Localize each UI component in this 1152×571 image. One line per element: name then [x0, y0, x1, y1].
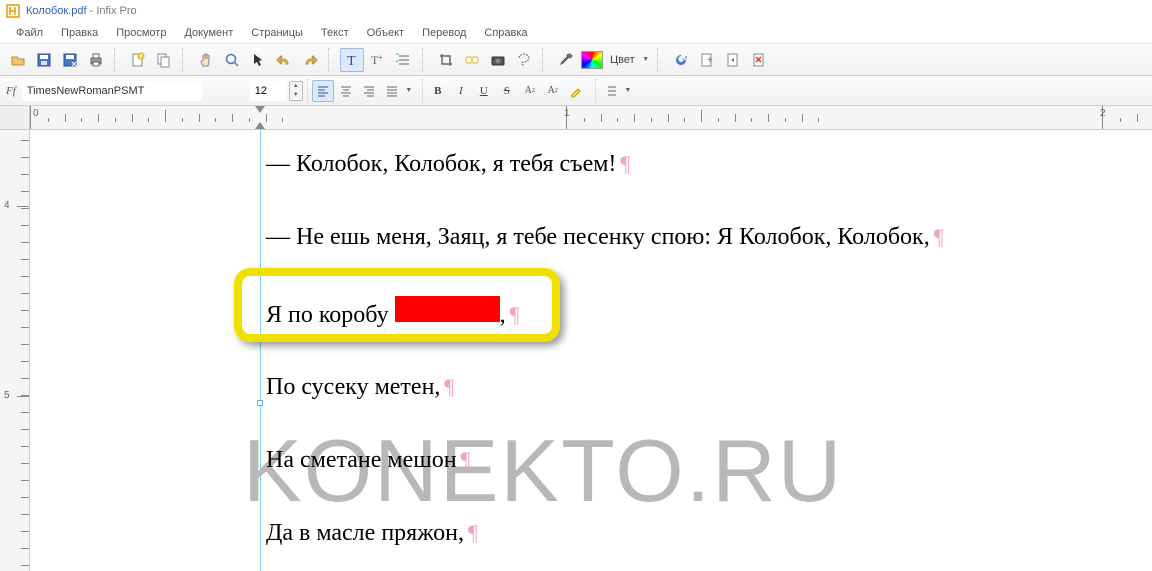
ruler-vertical[interactable]: 45	[0, 130, 30, 571]
text-line: По сусеку метен,¶	[266, 373, 1142, 402]
pilcrow-icon: ¶	[934, 224, 944, 249]
font-size-input[interactable]	[250, 81, 286, 101]
page-prev-button[interactable]	[721, 48, 745, 72]
font-size-spinner[interactable]: ▲▼	[289, 81, 303, 101]
align-dropdown[interactable]: ▼	[404, 81, 414, 101]
font-family-input[interactable]	[22, 81, 202, 101]
menu-text[interactable]: Текст	[313, 25, 357, 41]
indent-marker-bottom[interactable]	[255, 122, 265, 129]
svg-text:T: T	[347, 54, 356, 68]
line-spacing-tool[interactable]	[392, 48, 416, 72]
new-doc-button[interactable]	[126, 48, 150, 72]
menu-pages[interactable]: Страницы	[243, 25, 311, 41]
pilcrow-icon: ¶	[461, 447, 471, 472]
ruler-horizontal: 01234	[0, 106, 1152, 130]
crop-tool[interactable]	[434, 48, 458, 72]
menu-file[interactable]: Файл	[8, 25, 51, 41]
text-line: Да в масле пряжон,¶	[266, 519, 1142, 548]
text-plus-tool[interactable]: T+	[366, 48, 390, 72]
text-line: Я по коробу ,¶	[266, 296, 1142, 330]
pilcrow-icon: ¶	[468, 520, 478, 545]
open-button[interactable]	[6, 48, 30, 72]
bold-button[interactable]: B	[427, 80, 449, 102]
refresh-button[interactable]	[669, 48, 693, 72]
pilcrow-icon: ¶	[510, 302, 520, 327]
align-center-button[interactable]	[335, 80, 357, 102]
save-as-button[interactable]	[58, 48, 82, 72]
subscript-button[interactable]: A2	[542, 80, 564, 102]
text-line: — Колобок, Колобок, я тебя съем!¶	[266, 150, 1142, 179]
strike-button[interactable]: S	[496, 80, 518, 102]
svg-text:+: +	[378, 53, 383, 62]
line-spacing-dropdown[interactable]: ▼	[623, 81, 633, 101]
menubar: Файл Правка Просмотр Документ Страницы Т…	[0, 22, 1152, 44]
menu-translate[interactable]: Перевод	[414, 25, 474, 41]
highlight-button[interactable]	[565, 80, 587, 102]
superscript-button[interactable]: A2	[519, 80, 541, 102]
undo-button[interactable]	[272, 48, 296, 72]
link-tool[interactable]	[460, 48, 484, 72]
pilcrow-icon: ¶	[444, 374, 454, 399]
camera-tool[interactable]	[486, 48, 510, 72]
workspace: 45 KONEKTO.RU — Колобок, Колобок, я тебя…	[0, 130, 1152, 571]
fill-tool[interactable]	[580, 48, 604, 72]
ruler-scale[interactable]: 01234	[30, 106, 1152, 129]
copy-button[interactable]	[152, 48, 176, 72]
print-button[interactable]	[84, 48, 108, 72]
text-line: — Не ешь меня, Заяц, я тебе песенку спою…	[266, 223, 1142, 252]
font-family-icon: Ff	[6, 85, 16, 97]
zoom-tool[interactable]	[220, 48, 244, 72]
line-spacing-button[interactable]	[600, 80, 622, 102]
menu-document[interactable]: Документ	[176, 25, 241, 41]
guide-handle[interactable]	[257, 400, 263, 406]
color-dropdown[interactable]: ▼	[641, 50, 651, 70]
guide-line[interactable]	[260, 130, 261, 571]
color-label: Цвет	[610, 54, 635, 66]
eyedropper-tool[interactable]	[554, 48, 578, 72]
document-page[interactable]: KONEKTO.RU — Колобок, Колобок, я тебя съ…	[30, 130, 1152, 571]
redo-button[interactable]	[298, 48, 322, 72]
window-title: Колобок.pdf - Infix Pro	[26, 5, 137, 17]
underline-button[interactable]: U	[473, 80, 495, 102]
menu-view[interactable]: Просмотр	[108, 25, 174, 41]
text-tool[interactable]: T	[340, 48, 364, 72]
toolbar-format: Ff ▲▼ ▼ B I U S A2 A2 ▼	[0, 76, 1152, 106]
redaction-box	[395, 296, 500, 322]
lasso-tool[interactable]	[512, 48, 536, 72]
menu-object[interactable]: Объект	[359, 25, 412, 41]
page-add-button[interactable]: +	[695, 48, 719, 72]
titlebar: Колобок.pdf - Infix Pro	[0, 0, 1152, 22]
align-justify-button[interactable]	[381, 80, 403, 102]
app-icon	[6, 4, 20, 18]
align-left-button[interactable]	[312, 80, 334, 102]
save-button[interactable]	[32, 48, 56, 72]
toolbar-main: T T+ Цвет ▼ +	[0, 44, 1152, 76]
hand-tool[interactable]	[194, 48, 218, 72]
page-delete-button[interactable]	[747, 48, 771, 72]
menu-help[interactable]: Справка	[476, 25, 535, 41]
svg-text:+: +	[707, 55, 713, 66]
pilcrow-icon: ¶	[620, 151, 630, 176]
indent-marker-top[interactable]	[255, 106, 265, 113]
document-text[interactable]: — Колобок, Колобок, я тебя съем!¶ — Не е…	[266, 150, 1142, 571]
italic-button[interactable]: I	[450, 80, 472, 102]
menu-edit[interactable]: Правка	[53, 25, 106, 41]
color-picker-icon	[581, 51, 603, 69]
arrow-tool[interactable]	[246, 48, 270, 72]
text-line: На сметане мешон¶	[266, 446, 1142, 475]
align-right-button[interactable]	[358, 80, 380, 102]
